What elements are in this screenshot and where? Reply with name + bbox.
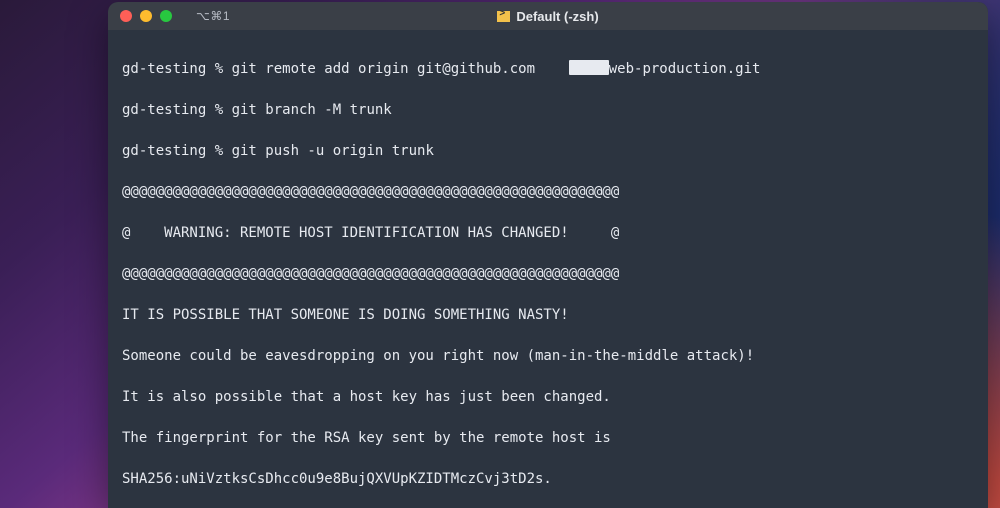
close-icon[interactable]	[120, 10, 132, 22]
output-line: Someone could be eavesdropping on you ri…	[122, 346, 974, 367]
window-traffic-lights	[120, 10, 172, 22]
output-line: The fingerprint for the RSA key sent by …	[122, 428, 974, 449]
command-line-1: gd-testing % git remote add origin git@g…	[122, 59, 974, 80]
output-line: @ WARNING: REMOTE HOST IDENTIFICATION HA…	[122, 223, 974, 244]
output-line: @@@@@@@@@@@@@@@@@@@@@@@@@@@@@@@@@@@@@@@@…	[122, 264, 974, 285]
terminal-window: ⌥⌘1 Default (-zsh) gd-testing % git remo…	[108, 2, 988, 508]
output-line: @@@@@@@@@@@@@@@@@@@@@@@@@@@@@@@@@@@@@@@@…	[122, 182, 974, 203]
redacted-text	[569, 60, 609, 75]
output-line: IT IS POSSIBLE THAT SOMEONE IS DOING SOM…	[122, 305, 974, 326]
window-title: Default (-zsh)	[108, 9, 988, 24]
output-line: It is also possible that a host key has …	[122, 387, 974, 408]
output-line: SHA256:uNiVztksCsDhcc0u9e8BujQXVUpKZIDTM…	[122, 469, 974, 490]
command-line-2: gd-testing % git branch -M trunk	[122, 100, 974, 121]
window-title-text: Default (-zsh)	[516, 9, 598, 24]
terminal-output[interactable]: gd-testing % git remote add origin git@g…	[108, 30, 988, 508]
tab-shortcut-indicator: ⌥⌘1	[196, 9, 230, 23]
window-titlebar[interactable]: ⌥⌘1 Default (-zsh)	[108, 2, 988, 30]
zoom-icon[interactable]	[160, 10, 172, 22]
terminal-icon	[497, 11, 510, 22]
command-line-3: gd-testing % git push -u origin trunk	[122, 141, 974, 162]
desktop-background: ⌥⌘1 Default (-zsh) gd-testing % git remo…	[0, 0, 1000, 508]
minimize-icon[interactable]	[140, 10, 152, 22]
